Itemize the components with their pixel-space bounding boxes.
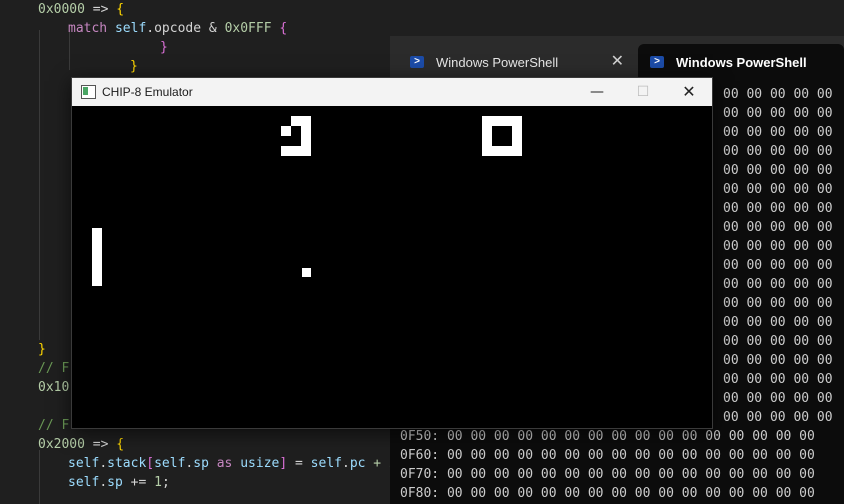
close-button[interactable]: ✕ bbox=[666, 78, 712, 106]
powershell-icon: > bbox=[410, 56, 424, 68]
window-title: CHIP-8 Emulator bbox=[102, 85, 193, 99]
hex-values: 00 00 00 00 00 00 00 00 00 00 00 00 00 0… bbox=[446, 448, 815, 463]
hex-row-fragment: 00 00 00 00 00 bbox=[723, 220, 833, 235]
code-token: = bbox=[287, 456, 311, 471]
code-token: pc bbox=[349, 456, 366, 471]
window-titlebar[interactable]: CHIP-8 Emulator — ☐ ✕ bbox=[72, 78, 712, 106]
tab-label: Windows PowerShell bbox=[676, 54, 807, 70]
tab-powershell-1[interactable]: > Windows PowerShell ✕ bbox=[398, 44, 638, 80]
chip8-display bbox=[72, 106, 712, 428]
code-token: sp bbox=[107, 475, 123, 490]
code-token: 0x0FFF bbox=[224, 21, 272, 36]
hex-row-fragment: 00 00 00 00 00 bbox=[723, 106, 833, 121]
code-line: } bbox=[160, 38, 168, 57]
hex-row-fragment: 00 00 00 00 00 bbox=[723, 315, 833, 330]
hex-values: 00 00 00 00 00 00 00 00 00 00 00 00 00 0… bbox=[446, 467, 815, 482]
code-token: // F bbox=[38, 361, 70, 376]
code-token: { bbox=[116, 2, 125, 17]
hex-row: 0F50: 00 00 00 00 00 00 00 00 00 00 00 0… bbox=[400, 427, 815, 446]
terminal-tabbar: > Windows PowerShell ✕ > Windows PowerSh… bbox=[390, 36, 844, 80]
code-line: // F bbox=[38, 359, 69, 378]
code-token: . bbox=[99, 475, 108, 490]
code-token: . bbox=[341, 456, 350, 471]
code-line: } bbox=[130, 57, 138, 76]
hex-values: 00 00 00 00 00 00 00 00 00 00 00 00 00 0… bbox=[446, 486, 815, 501]
code-line: } bbox=[38, 340, 46, 359]
hex-address: 0F70: bbox=[400, 467, 447, 482]
code-token: . bbox=[99, 456, 108, 471]
code-token: as bbox=[208, 456, 241, 471]
hex-row-fragment: 00 00 00 00 00 bbox=[723, 163, 833, 178]
code-token: } bbox=[130, 59, 138, 74]
code-token: 1 bbox=[154, 475, 162, 490]
code-token: ] bbox=[279, 456, 288, 471]
hex-row-fragment: 00 00 00 00 00 bbox=[723, 125, 833, 140]
code-token: 0x0000 bbox=[38, 2, 85, 17]
code-token: self bbox=[68, 456, 100, 471]
hex-row-fragment: 00 00 00 00 00 bbox=[723, 372, 833, 387]
code-token: sp bbox=[193, 456, 209, 471]
indent-guide bbox=[39, 30, 40, 340]
code-token: ; bbox=[161, 475, 170, 490]
code-line: 0x10 bbox=[38, 378, 69, 397]
code-token: => bbox=[84, 437, 117, 452]
code-token: stack bbox=[107, 456, 147, 471]
hex-row-fragment: 00 00 00 00 00 bbox=[723, 182, 833, 197]
hex-row: 0F70: 00 00 00 00 00 00 00 00 00 00 00 0… bbox=[400, 465, 815, 484]
hex-row-fragment: 00 00 00 00 00 bbox=[723, 144, 833, 159]
code-line: self.sp += 1; bbox=[68, 473, 170, 492]
hex-row-fragment: 00 00 00 00 00 bbox=[723, 334, 833, 349]
hex-row: 0F60: 00 00 00 00 00 00 00 00 00 00 00 0… bbox=[400, 446, 815, 465]
hex-row-fragment: 00 00 00 00 00 bbox=[723, 410, 833, 425]
powershell-icon: > bbox=[650, 56, 664, 68]
hex-row-fragment: 00 00 00 00 00 bbox=[723, 277, 833, 292]
hex-row: 0F80: 00 00 00 00 00 00 00 00 00 00 00 0… bbox=[400, 484, 815, 503]
hex-address: 0F50: bbox=[400, 429, 447, 444]
code-token: .opcode & bbox=[146, 21, 225, 36]
code-line: 0x0000 => { bbox=[38, 0, 124, 19]
code-line: match self.opcode & 0x0FFF { bbox=[68, 19, 287, 38]
hex-values: 00 00 00 00 00 00 00 00 00 00 00 00 00 0… bbox=[446, 429, 815, 444]
hex-row-fragment: 00 00 00 00 00 bbox=[723, 296, 833, 311]
code-token: 0x10 bbox=[38, 380, 70, 395]
maximize-button[interactable]: ☐ bbox=[620, 78, 666, 106]
hex-row-fragment: 00 00 00 00 00 bbox=[723, 201, 833, 216]
hex-row-fragment: 00 00 00 00 00 bbox=[723, 258, 833, 273]
left-paddle bbox=[92, 228, 102, 286]
code-token: { bbox=[116, 437, 125, 452]
hex-row-fragment: 00 00 00 00 00 bbox=[723, 391, 833, 406]
hex-address: 0F60: bbox=[400, 448, 447, 463]
app-window-icon bbox=[81, 85, 96, 99]
code-line: self.stack[self.sp as usize] = self.pc +… bbox=[68, 454, 397, 473]
ball bbox=[302, 268, 311, 277]
code-token: { bbox=[271, 21, 288, 36]
code-token: 0x2000 bbox=[38, 437, 85, 452]
code-token: match bbox=[68, 21, 115, 36]
code-token: => bbox=[84, 2, 117, 17]
chip8-window[interactable]: CHIP-8 Emulator — ☐ ✕ bbox=[71, 77, 713, 429]
code-token: } bbox=[38, 342, 46, 357]
close-tab-icon[interactable]: ✕ bbox=[611, 52, 624, 72]
code-token: [ bbox=[146, 456, 155, 471]
hex-row-fragment: 00 00 00 00 00 bbox=[723, 87, 833, 102]
minimize-button[interactable]: — bbox=[574, 78, 620, 106]
tab-powershell-2[interactable]: > Windows PowerShell bbox=[638, 44, 844, 80]
code-token: self bbox=[68, 475, 100, 490]
code-token: self bbox=[310, 456, 342, 471]
code-token: self bbox=[154, 456, 186, 471]
code-token: usize bbox=[240, 456, 280, 471]
code-token: // F bbox=[38, 418, 70, 433]
hex-address: 0F80: bbox=[400, 486, 447, 501]
code-line: 0x2000 => { bbox=[38, 435, 124, 454]
code-line: // F bbox=[38, 416, 69, 435]
indent-guide bbox=[39, 450, 40, 504]
hex-row-fragment: 00 00 00 00 00 bbox=[723, 353, 833, 368]
code-token: self bbox=[114, 21, 147, 36]
tab-label: Windows PowerShell bbox=[436, 54, 559, 70]
code-token: += bbox=[122, 475, 155, 490]
code-token: } bbox=[160, 40, 168, 55]
hex-row-fragment: 00 00 00 00 00 bbox=[723, 239, 833, 254]
